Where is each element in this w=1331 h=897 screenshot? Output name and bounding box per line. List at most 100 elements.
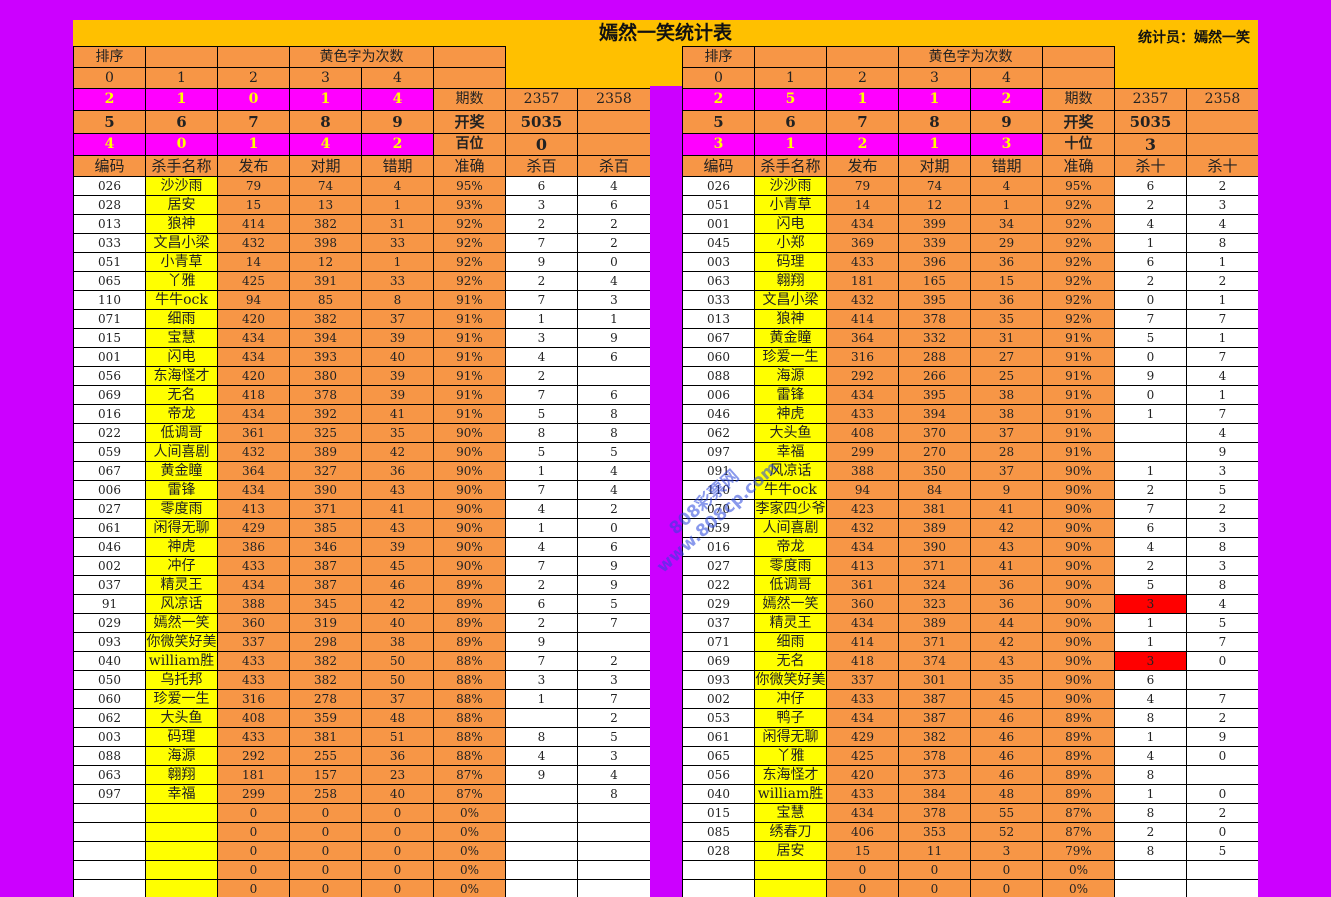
position-value: 0 (505, 133, 578, 156)
killer-name-cell: 帝龙 (754, 537, 827, 557)
hit-cell: 398 (289, 233, 362, 253)
kill-cell: 6 (505, 594, 578, 614)
code-cell: 028 (73, 195, 146, 215)
kill-cell: 3 (1114, 594, 1187, 614)
publish-cell: 0 (826, 879, 899, 897)
miss-cell: 37 (970, 423, 1043, 443)
table-row: 088 海源 292 255 36 88% 4 3 (73, 746, 651, 766)
miss-cell: 29 (970, 233, 1043, 253)
kill-cell: 4 (505, 347, 578, 367)
sort-label: 排序 (682, 46, 755, 68)
accuracy-cell: 88% (433, 727, 506, 747)
kill-cell: 0 (577, 518, 651, 538)
kill-cell: 4 (1186, 214, 1258, 234)
table-row: 002 冲仔 433 387 45 90% 7 9 (73, 556, 651, 576)
sort-header-row: 排序 黄色字为次数 (682, 46, 1259, 68)
kill-cell: 8 (1114, 765, 1187, 785)
code-cell: 062 (682, 423, 755, 443)
publish-cell: 433 (826, 252, 899, 272)
publish-cell: 0 (217, 822, 290, 842)
kill-cell: 9 (1114, 366, 1187, 386)
killer-name-cell: 无名 (145, 385, 218, 405)
hit-cell: 394 (289, 328, 362, 348)
kill-cell: 4 (1186, 423, 1258, 443)
publish-cell: 433 (217, 556, 290, 576)
killer-name-cell: 翱翔 (145, 765, 218, 785)
kill-cell: 2 (1114, 480, 1187, 500)
code-cell: 045 (682, 233, 755, 253)
kill-cell: 5 (1114, 575, 1187, 595)
digit-cell: 7 (826, 110, 899, 134)
code-cell: 065 (73, 271, 146, 291)
killer-name-cell: 低调哥 (145, 423, 218, 443)
table-row: 001 闪电 434 399 34 92% 4 4 (682, 214, 1258, 234)
hit-cell: 270 (898, 442, 971, 462)
code-cell: 022 (682, 575, 755, 595)
miss-cell: 36 (970, 575, 1043, 595)
miss-cell: 0 (361, 879, 434, 897)
miss-cell: 33 (361, 233, 434, 253)
hit-cell: 258 (289, 784, 362, 804)
publish-cell: 360 (217, 613, 290, 633)
publish-cell: 361 (217, 423, 290, 443)
miss-cell: 44 (970, 613, 1043, 633)
miss-cell: 39 (361, 385, 434, 405)
miss-cell: 41 (970, 556, 1043, 576)
kill-cell: 9 (505, 632, 578, 652)
publish-cell: 414 (826, 309, 899, 329)
accuracy-cell: 0% (433, 841, 506, 861)
accuracy-cell: 90% (1042, 594, 1115, 614)
miss-cell: 40 (361, 784, 434, 804)
killer-name-cell: 零度雨 (754, 556, 827, 576)
publish-cell: 420 (217, 366, 290, 386)
code-cell: 067 (682, 328, 755, 348)
killer-name-cell: 文昌小梁 (754, 290, 827, 310)
publish-cell: 429 (826, 727, 899, 747)
column-header: 发布 (217, 155, 290, 177)
kill-cell: 3 (505, 195, 578, 215)
yellow-count-label: 黄色字为次数 (289, 46, 434, 68)
accuracy-cell: 90% (1042, 537, 1115, 557)
blank-cell (1042, 46, 1115, 68)
miss-cell: 42 (361, 442, 434, 462)
miss-cell: 51 (361, 727, 434, 747)
count-cell: 0 (217, 88, 290, 111)
code-cell: 061 (73, 518, 146, 538)
accuracy-cell: 90% (433, 499, 506, 519)
publish-cell: 434 (826, 214, 899, 234)
killer-name-cell: 居安 (145, 195, 218, 215)
table-row: 026 沙沙雨 79 74 4 95% 6 4 (73, 176, 651, 196)
miss-cell: 36 (970, 594, 1043, 614)
kill-cell: 1 (1186, 252, 1258, 272)
digits-row-2: 5 6 7 8 9 开奖 5035 (682, 110, 1258, 134)
publish-cell: 434 (826, 803, 899, 823)
miss-cell: 46 (970, 765, 1043, 785)
hit-cell: 350 (898, 461, 971, 481)
table-row: 056 东海怪才 420 373 46 89% 8 (682, 765, 1258, 785)
miss-cell: 37 (970, 461, 1043, 481)
code-cell: 029 (73, 613, 146, 633)
kill-cell: 8 (1186, 575, 1258, 595)
publish-cell: 420 (217, 309, 290, 329)
code-cell: 033 (73, 233, 146, 253)
table-row: 0 0 0 0% (73, 822, 651, 842)
table-row: 028 居安 15 13 1 93% 3 6 (73, 195, 651, 215)
code-cell: 016 (73, 404, 146, 424)
kill-cell: 9 (505, 252, 578, 272)
kill-cell: 4 (577, 176, 651, 196)
table-row: 040 william胜 433 382 50 88% 7 2 (73, 651, 651, 671)
kill-cell (1114, 879, 1187, 897)
table-row: 046 神虎 386 346 39 90% 4 6 (73, 537, 651, 557)
kill-cell: 3 (1186, 461, 1258, 481)
code-cell: 056 (682, 765, 755, 785)
code-cell: 046 (682, 404, 755, 424)
kill-cell: 2 (505, 271, 578, 291)
count-cell: 0 (145, 133, 218, 156)
publish-cell: 181 (217, 765, 290, 785)
table-row: 006 雷锋 434 395 38 91% 0 1 (682, 385, 1258, 405)
killer-name-cell: 东海怪才 (754, 765, 827, 785)
accuracy-cell: 88% (433, 670, 506, 690)
accuracy-cell: 91% (1042, 385, 1115, 405)
publish-cell: 434 (217, 328, 290, 348)
hit-cell: 393 (289, 347, 362, 367)
